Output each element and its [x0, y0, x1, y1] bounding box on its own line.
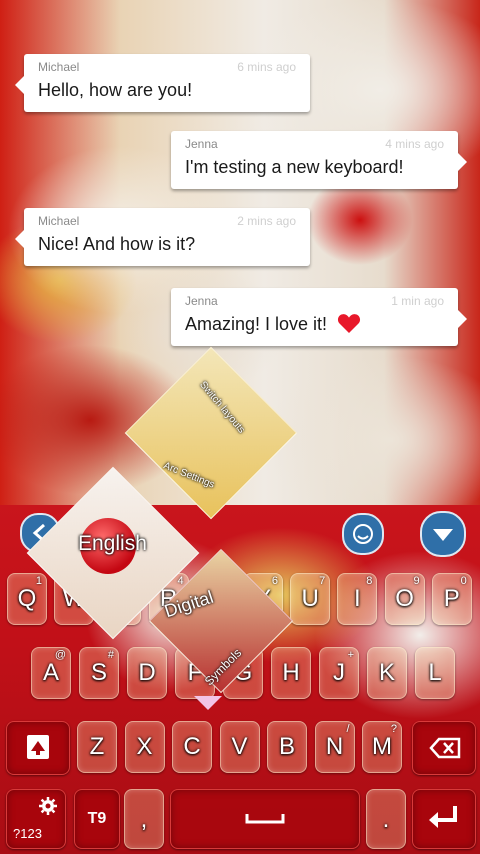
- key-d[interactable]: D: [127, 647, 167, 699]
- switch-layouts-diamond[interactable]: [124, 346, 298, 520]
- key-v[interactable]: V: [219, 721, 260, 773]
- key-q[interactable]: 1Q: [7, 573, 47, 625]
- key-label: Z: [89, 733, 105, 760]
- emoji-button[interactable]: [342, 513, 384, 555]
- key-o[interactable]: 9O: [384, 573, 425, 625]
- key-j[interactable]: + J: [319, 647, 359, 699]
- menu-pointer-icon: [194, 696, 222, 710]
- message-bubble-3: Michael 2 mins ago Nice! And how is it?: [15, 208, 310, 266]
- shift-icon: [27, 735, 49, 759]
- key-label: P: [443, 585, 460, 612]
- key-label: M: [372, 733, 392, 760]
- key-label: D: [138, 659, 156, 686]
- key-s[interactable]: # S: [79, 647, 119, 699]
- arrow-down-icon: [433, 529, 453, 541]
- space-key[interactable]: [170, 789, 360, 849]
- key-h[interactable]: H: [271, 647, 311, 699]
- key-label: A: [42, 659, 59, 686]
- key-z[interactable]: Z: [77, 721, 117, 773]
- key-k[interactable]: K: [367, 647, 407, 699]
- key-p[interactable]: 0P: [431, 573, 472, 625]
- backspace-key[interactable]: [412, 721, 476, 775]
- symbols-key-label: ?123: [13, 826, 42, 841]
- key-a[interactable]: @ A: [31, 647, 71, 699]
- key-label: K: [378, 659, 395, 686]
- message-time: 6 mins ago: [237, 60, 296, 74]
- space-icon: [245, 814, 285, 824]
- message-bubble-2: Jenna 4 mins ago I'm testing a new keybo…: [171, 131, 467, 189]
- key-label: V: [231, 733, 248, 760]
- shift-key[interactable]: [6, 721, 70, 775]
- gear-icon: [39, 797, 57, 815]
- key-x[interactable]: X: [124, 721, 165, 773]
- key-c[interactable]: C: [172, 721, 212, 773]
- symbols-key[interactable]: ?123: [6, 789, 66, 849]
- smiley-icon: [353, 524, 373, 544]
- hide-keyboard-button[interactable]: [420, 511, 466, 557]
- t9-key[interactable]: T9: [74, 789, 120, 849]
- message-sender: Jenna: [185, 137, 218, 151]
- key-label: X: [136, 733, 153, 760]
- enter-icon: [429, 806, 457, 828]
- heart-icon: [337, 314, 361, 333]
- key-label: I: [354, 585, 361, 612]
- key-l[interactable]: L: [415, 647, 455, 699]
- t9-key-label: T9: [87, 810, 107, 827]
- key-label: B: [278, 733, 295, 760]
- key-label: H: [282, 659, 300, 686]
- message-bubble-4: Jenna 1 min ago Amazing! I love it!: [171, 288, 467, 346]
- key-label: C: [183, 733, 201, 760]
- key-label: U: [301, 585, 319, 612]
- key-label: N: [325, 733, 344, 760]
- key-label: J: [333, 659, 345, 686]
- message-text: Nice! And how is it?: [38, 234, 196, 254]
- message-text: Hello, how are you!: [38, 80, 193, 100]
- key-label: Q: [17, 585, 37, 612]
- message-text: I'm testing a new keyboard!: [185, 157, 404, 177]
- backspace-icon: [429, 737, 461, 759]
- message-text: Amazing! I love it!: [185, 314, 328, 334]
- key-i[interactable]: 8I: [337, 573, 378, 625]
- key-label: S: [90, 659, 107, 686]
- message-time: 1 min ago: [391, 294, 444, 308]
- english-label[interactable]: English: [78, 532, 147, 556]
- message-sender: Michael: [38, 60, 80, 74]
- period-key[interactable]: .: [366, 789, 406, 849]
- key-b[interactable]: B: [267, 721, 307, 773]
- key-label: L: [428, 659, 442, 686]
- key-label: O: [395, 585, 414, 612]
- message-sender: Michael: [38, 214, 80, 228]
- enter-key[interactable]: [412, 789, 476, 849]
- key-n[interactable]: / N: [314, 721, 355, 773]
- comma-key[interactable]: ,: [124, 789, 164, 849]
- key-u[interactable]: 7U: [290, 573, 331, 625]
- message-time: 2 mins ago: [237, 214, 296, 228]
- message-time: 4 mins ago: [385, 137, 444, 151]
- message-bubble-1: Michael 6 mins ago Hello, how are you!: [15, 54, 310, 112]
- message-sender: Jenna: [185, 294, 218, 308]
- key-m[interactable]: ? M: [362, 721, 402, 773]
